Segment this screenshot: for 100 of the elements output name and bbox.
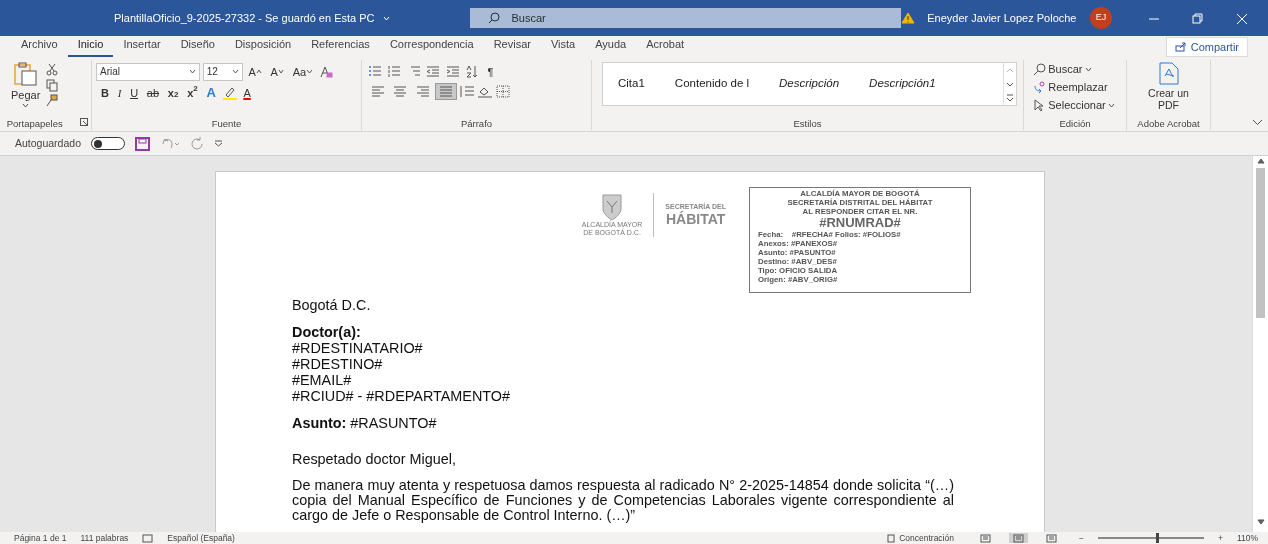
ribbon-tab[interactable]: Diseño: [170, 36, 225, 57]
autosave-label: Autoguardado: [15, 135, 81, 151]
change-case-button[interactable]: Aa: [289, 62, 317, 81]
search-icon: [1032, 62, 1046, 76]
pdf-icon: [1156, 61, 1181, 87]
zoom-in-button[interactable]: +: [1217, 533, 1223, 543]
style-item[interactable]: Descripción: [764, 75, 855, 93]
caret-up-icon: [255, 69, 262, 75]
share-icon: [1174, 41, 1187, 52]
document-text: Doctor(a):: [292, 324, 362, 340]
view-button[interactable]: [1008, 532, 1028, 544]
save-icon[interactable]: [135, 136, 150, 151]
document-text: #RCIUD# - #RDEPARTAMENTO#: [292, 388, 512, 404]
sup-button[interactable]: x$^{2}$: [184, 83, 201, 102]
ribbon-tab[interactable]: Inicio: [67, 36, 114, 57]
show-formatting-button[interactable]: ¶: [484, 62, 497, 81]
text-effects-button[interactable]: A: [203, 83, 219, 102]
bullet-list-icon[interactable]: [367, 65, 382, 79]
borders-icon[interactable]: [496, 84, 510, 98]
editing-button[interactable]: Buscar: [1029, 60, 1122, 78]
font-name-field[interactable]: Arial: [96, 62, 200, 81]
redo-icon[interactable]: [190, 136, 204, 151]
document-text: Asunto: #RASUNTO#: [292, 415, 438, 431]
bold-button[interactable]: B: [98, 83, 112, 102]
editing-button[interactable]: Seleccionar: [1029, 96, 1122, 114]
ribbon-tab[interactable]: Acrobat: [636, 36, 695, 57]
ribbon-tab[interactable]: Correspondencia: [379, 36, 484, 57]
focus-icon: [886, 533, 897, 543]
group-label: Párrafo: [460, 118, 493, 129]
scroll-down-icon[interactable]: [1255, 516, 1266, 527]
ribbon-tab[interactable]: Vista: [540, 36, 586, 57]
language[interactable]: Español (España): [167, 533, 235, 543]
caret-icon: [22, 103, 30, 108]
undo-icon[interactable]: [160, 137, 180, 150]
shrink-font-button[interactable]: A: [267, 62, 287, 81]
zoom-thumb[interactable]: [1156, 533, 1160, 543]
word-count[interactable]: 111 palabras: [80, 533, 129, 543]
office-name: HÁBITAT: [666, 212, 726, 228]
style-item[interactable]: Contenido de l: [659, 75, 765, 93]
document-text: Respetado doctor Miguel,: [292, 451, 457, 467]
font-size-field[interactable]: 12: [202, 62, 243, 81]
create-pdf-button[interactable]: Crear un PDF: [1143, 60, 1194, 118]
stamp-line: #RNUMRAD#: [818, 216, 902, 230]
search-field[interactable]: Buscar: [469, 8, 902, 28]
caret-icon: [231, 69, 239, 75]
share-button[interactable]: Compartir: [1165, 36, 1248, 57]
dialog-launcher-icon[interactable]: [80, 118, 89, 126]
group-label: Edición: [1059, 118, 1091, 129]
scrollbar-thumb[interactable]: [1256, 168, 1265, 318]
close-icon[interactable]: [1236, 12, 1248, 25]
proofing-icon[interactable]: [142, 533, 154, 543]
editing-button[interactable]: Reemplazar: [1029, 78, 1122, 96]
ribbon-tab[interactable]: Referencias: [301, 36, 380, 57]
document-text: #RDESTINATARIO#: [292, 340, 424, 356]
document-text: #RDESTINO#: [292, 356, 384, 372]
scroll-up-icon[interactable]: [1255, 156, 1266, 166]
collapse-ribbon-icon[interactable]: [1251, 118, 1263, 126]
format-painter-icon[interactable]: [46, 94, 59, 108]
font-color-button[interactable]: A: [240, 83, 254, 102]
page-count[interactable]: Página 1 de 1: [14, 533, 67, 543]
ribbon-tab[interactable]: Insertar: [113, 36, 171, 57]
decrease-indent-icon[interactable]: [426, 65, 440, 79]
user-name: Eneyder Javier Lopez Poloche: [927, 10, 1077, 26]
zoom-level[interactable]: 110%: [1236, 533, 1258, 543]
underline-button[interactable]: U: [127, 83, 142, 102]
group-label: Fuente: [211, 118, 242, 130]
numbered-list-icon[interactable]: [387, 65, 401, 79]
caret-icon: [382, 16, 390, 22]
zoom-out-button[interactable]: −: [1078, 533, 1084, 543]
coat-of-arms-icon: [600, 192, 625, 221]
user-avatar[interactable]: EJ: [1090, 7, 1112, 29]
copy-icon[interactable]: [46, 78, 59, 92]
ribbon-tab[interactable]: Archivo: [11, 36, 68, 57]
align-button[interactable]: [435, 83, 456, 99]
clear-formatting-icon[interactable]: [318, 64, 333, 79]
ribbon-tab[interactable]: Disposición: [224, 36, 302, 57]
customize-toolbar-icon[interactable]: [214, 140, 223, 147]
caret-icon: [189, 69, 196, 75]
document-text: Bogotá D.C.: [292, 297, 372, 313]
focus-button[interactable]: Concentración: [886, 533, 954, 543]
cut-icon[interactable]: [46, 62, 59, 76]
replace-icon: [1032, 80, 1046, 94]
group-label: Portapapeles: [6, 118, 63, 130]
increase-indent-icon[interactable]: [445, 65, 460, 79]
ribbon-tab[interactable]: Revisar: [483, 36, 541, 57]
caret-icon: [306, 69, 314, 75]
italic-button[interactable]: I: [114, 83, 125, 102]
sort-icon[interactable]: [465, 65, 479, 79]
style-item[interactable]: Cita1: [603, 75, 660, 93]
sub-button[interactable]: x$_{2}$: [164, 83, 182, 102]
document-paragraph: De manera muy atenta y respetuosa damos respuesta al radicado N° 2-2025-14854 donde solicita “(…) copia del Manual Específico de Funciones y de Competencias Laborales vigente correspondiente al cargo de Jefe o Responsable de Control Interno. (…)”: [292, 478, 954, 523]
highlighter-icon[interactable]: [221, 85, 238, 100]
autosave-toggle[interactable]: [91, 137, 125, 150]
paste-button[interactable]: Pegar: [8, 60, 44, 118]
grow-font-button[interactable]: A: [245, 62, 265, 81]
strike-button[interactable]: ab: [143, 83, 163, 102]
align-icon: [370, 84, 385, 98]
ribbon-tab[interactable]: Ayuda: [585, 36, 637, 57]
style-item[interactable]: Descripción1: [854, 75, 951, 93]
restore-icon[interactable]: [1192, 12, 1204, 25]
